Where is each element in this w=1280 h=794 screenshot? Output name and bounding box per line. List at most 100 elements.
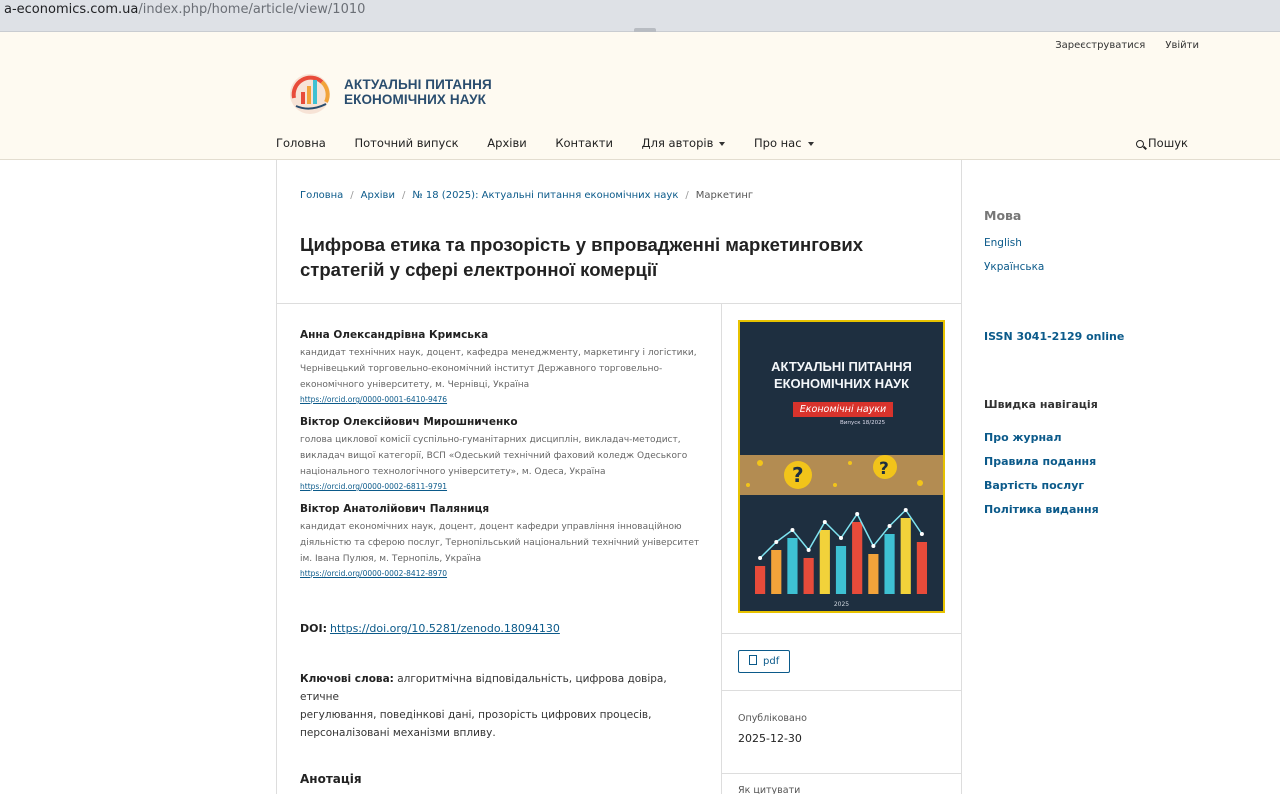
keywords-label: Ключові слова:: [300, 673, 394, 685]
breadcrumb-separator: /: [350, 190, 354, 201]
keywords-text: персоналізовані механізми впливу.: [300, 727, 496, 739]
breadcrumb-archives[interactable]: Архіви: [361, 190, 395, 201]
breadcrumb-section: Маркетинг: [695, 190, 754, 201]
author-affiliation-line: кандидат технічних наук, доцент, кафедра…: [300, 348, 697, 358]
user-links: Зареєструватися Увійти: [1038, 40, 1199, 51]
cover-bar-chart: [755, 508, 927, 594]
cover-question-band: ? ?: [740, 455, 943, 495]
nav-about-label: Про нас: [754, 136, 802, 150]
author-orcid-link[interactable]: https://orcid.org/0000-0002-8412-8970: [300, 569, 700, 578]
nav-current-issue[interactable]: Поточний випуск: [354, 136, 458, 150]
question-marks-icon: ? ?: [746, 455, 923, 489]
cover-bar: [868, 554, 879, 594]
nav-about[interactable]: Про нас: [754, 136, 814, 150]
divider: [722, 690, 961, 691]
logo-line-2: ЕКОНОМІЧНИХ НАУК: [344, 92, 486, 107]
cover-bar: [884, 534, 895, 594]
browser-url-bar[interactable]: a-economics.com.ua/index.php/home/articl…: [0, 0, 1280, 33]
main-nav: Головна Поточний випуск Архіви Контакти …: [276, 136, 839, 154]
cover-trend-point: [919, 532, 924, 536]
nav-archives[interactable]: Архіви: [487, 136, 526, 150]
cover-bar: [771, 550, 782, 594]
cover-issue: Випуск 18/2025: [840, 420, 886, 426]
doi-row: DOI: https://doi.org/10.5281/zenodo.18094…: [300, 622, 560, 635]
author-item: Віктор Анатолійович Паляниця кандидат ек…: [300, 503, 700, 578]
nav-contacts[interactable]: Контакти: [555, 136, 613, 150]
author-name: Віктор Анатолійович Паляниця: [300, 503, 490, 515]
cover-bar: [819, 530, 830, 594]
author-affiliation-line: голова циклової комісії суспільно-гумані…: [300, 435, 681, 445]
breadcrumb-separator: /: [685, 190, 689, 201]
search-label: Пошук: [1148, 136, 1188, 150]
cover-bar: [916, 542, 927, 594]
site-header: Зареєструватися Увійти АКТУАЛЬНІ ПИТАННЯ…: [0, 32, 1280, 160]
author-affiliation-line: Чернівецький торговельно-економічний інс…: [300, 364, 663, 374]
cover-title-line: АКТУАЛЬНІ ПИТАННЯ: [771, 359, 912, 374]
breadcrumb-issue[interactable]: № 18 (2025): Актуальні питання економічн…: [412, 190, 678, 201]
cover-year: 2025: [833, 601, 850, 608]
login-link[interactable]: Увійти: [1165, 40, 1199, 51]
nav-for-authors[interactable]: Для авторів: [642, 136, 726, 150]
url-text[interactable]: a-economics.com.ua/index.php/home/articl…: [4, 2, 365, 18]
author-item: Анна Олександрівна Кримська кандидат тех…: [300, 329, 700, 404]
divider: [722, 773, 961, 774]
language-ukrainian-link[interactable]: Українська: [984, 261, 1044, 273]
svg-text:?: ?: [879, 459, 889, 479]
pdf-label: pdf: [763, 656, 780, 667]
language-english-link[interactable]: English: [984, 237, 1022, 249]
nav-home[interactable]: Головна: [276, 136, 326, 150]
author-list: Анна Олександрівна Кримська кандидат тех…: [300, 329, 700, 590]
cover-trend-point: [822, 520, 827, 524]
quick-nav-about-journal[interactable]: Про журнал: [984, 431, 1062, 444]
quick-nav-submission-rules[interactable]: Правила подання: [984, 455, 1096, 468]
cover-bar: [787, 538, 798, 594]
cover-bar: [803, 558, 814, 594]
author-item: Віктор Олексійович Мирошниченко голова ц…: [300, 416, 700, 491]
author-orcid-link[interactable]: https://orcid.org/0000-0002-6811-9791: [300, 482, 700, 491]
cover-trend-point: [871, 544, 876, 548]
register-link[interactable]: Зареєструватися: [1055, 40, 1145, 51]
cover-title: АКТУАЛЬНІ ПИТАННЯ ЕКОНОМІЧНИХ НАУК: [740, 358, 943, 392]
cite-label: Як цитувати: [738, 785, 801, 794]
search-link[interactable]: Пошук: [1136, 136, 1188, 150]
article-main: Головна / Архіви / № 18 (2025): Актуальні пи…: [276, 160, 962, 794]
quick-nav-pricing[interactable]: Вартість послуг: [984, 479, 1084, 492]
cover-trend-point: [855, 512, 860, 516]
published-label: Опубліковано: [738, 713, 807, 724]
pdf-download-button[interactable]: pdf: [738, 650, 790, 673]
divider: [277, 303, 961, 304]
breadcrumb: Головна / Архіви / № 18 (2025): Актуальні пи…: [300, 190, 753, 201]
author-orcid-link[interactable]: https://orcid.org/0000-0001-6410-9476: [300, 395, 700, 404]
pdf-file-icon: [749, 655, 757, 665]
caret-down-icon: [719, 141, 726, 146]
abstract-heading: Анотація: [300, 772, 362, 786]
quick-nav-publication-policy[interactable]: Політика видання: [984, 503, 1099, 516]
site-logo[interactable]: АКТУАЛЬНІ ПИТАННЯ ЕКОНОМІЧНИХ НАУК: [284, 68, 504, 116]
cover-trend-point: [839, 536, 843, 540]
cover-bar: [835, 546, 847, 594]
author-affiliation-line: кандидат економічних наук, доцент, доцен…: [300, 522, 682, 532]
language-heading: Мова: [984, 208, 1022, 223]
doi-link[interactable]: https://doi.org/10.5281/zenodo.18094130: [330, 622, 560, 635]
logo-chart-icon: [290, 74, 330, 114]
cover-band: Економічні науки: [793, 402, 893, 417]
cover-trend-point: [758, 556, 763, 560]
divider: [722, 633, 961, 634]
caret-down-icon: [807, 141, 814, 146]
issn-link[interactable]: ISSN 3041-2129 online: [984, 330, 1124, 343]
breadcrumb-home[interactable]: Головна: [300, 190, 343, 201]
author-affiliation-line: діяльністю та сферою послуг, Тернопільсь…: [300, 538, 700, 548]
breadcrumb-separator: /: [401, 190, 406, 201]
cover-trend-point: [790, 528, 795, 532]
author-affiliation-line: викладач вищої категорії, ВСП «Одеський …: [300, 451, 688, 461]
cover-title-line: ЕКОНОМІЧНИХ НАУК: [773, 376, 910, 391]
cover-trend-point: [887, 524, 892, 528]
author-affiliation-line: економічного університету, м. Чернівці, …: [300, 380, 530, 390]
author-affiliation-line: ім. Івана Пулюя, м. Тернопіль, Україна: [300, 554, 482, 564]
svg-text:?: ?: [792, 463, 804, 487]
logo-line-1: АКТУАЛЬНІ ПИТАННЯ: [344, 77, 492, 92]
issue-cover-image[interactable]: АКТУАЛЬНІ ПИТАННЯ ЕКОНОМІЧНИХ НАУК Еконо…: [738, 320, 945, 613]
keywords-text: регулювання, поведінкові дані, прозоріст…: [300, 709, 652, 721]
cover-bar: [755, 566, 766, 594]
author-affiliation-line: національного технологічного університет…: [300, 467, 606, 477]
